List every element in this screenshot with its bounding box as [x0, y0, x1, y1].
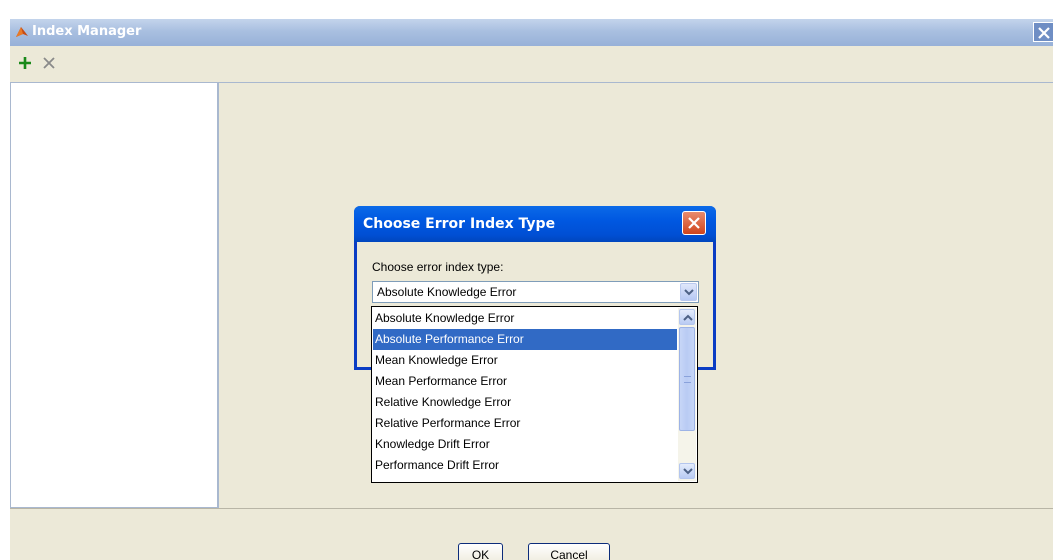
dialog-title: Choose Error Index Type — [363, 216, 556, 232]
cancel-button[interactable]: Cancel — [528, 543, 610, 560]
window-titlebar[interactable]: Index Manager — [10, 19, 1053, 46]
dropdown-option-performance-drift-error[interactable]: Performance Drift Error — [373, 455, 677, 476]
dropdown-option-relative-knowledge-error[interactable]: Relative Knowledge Error — [373, 392, 677, 413]
dialog-titlebar[interactable]: Choose Error Index Type — [354, 206, 716, 242]
chevron-down-icon[interactable] — [680, 283, 697, 301]
combo-selected-value: Absolute Knowledge Error — [377, 285, 517, 299]
dropdown-option-absolute-knowledge-error[interactable]: Absolute Knowledge Error — [373, 308, 677, 329]
scroll-up-icon[interactable] — [679, 309, 695, 325]
button-bar: OK Cancel — [10, 508, 1053, 560]
error-type-combobox[interactable]: Absolute Knowledge Error — [372, 281, 699, 303]
plus-icon[interactable] — [14, 52, 36, 74]
dropdown-scrollbar[interactable] — [678, 308, 696, 481]
dropdown-option-relative-performance-error[interactable]: Relative Performance Error — [373, 413, 677, 434]
dropdown-option-mean-knowledge-error[interactable]: Mean Knowledge Error — [373, 350, 677, 371]
scroll-down-icon[interactable] — [679, 463, 695, 479]
delete-x-icon[interactable] — [38, 52, 60, 74]
dropdown-option-mean-performance-error[interactable]: Mean Performance Error — [373, 371, 677, 392]
dialog-close-icon[interactable] — [682, 211, 706, 235]
dropdown-option-knowledge-drift-error[interactable]: Knowledge Drift Error — [373, 434, 677, 455]
window-title: Index Manager — [32, 24, 142, 39]
close-icon[interactable] — [1033, 22, 1053, 42]
dropdown-option-absolute-performance-error[interactable]: Absolute Performance Error — [373, 329, 677, 350]
scrollbar-thumb[interactable] — [679, 327, 695, 431]
ok-button[interactable]: OK — [458, 543, 503, 560]
toolbar — [10, 51, 1053, 77]
index-list-pane[interactable] — [10, 82, 218, 508]
matlab-logo-icon — [15, 25, 29, 39]
error-type-dropdown-list: Absolute Knowledge Error Absolute Perfor… — [371, 306, 698, 483]
grip-icon — [684, 376, 691, 383]
error-type-label: Choose error index type: — [372, 260, 504, 274]
